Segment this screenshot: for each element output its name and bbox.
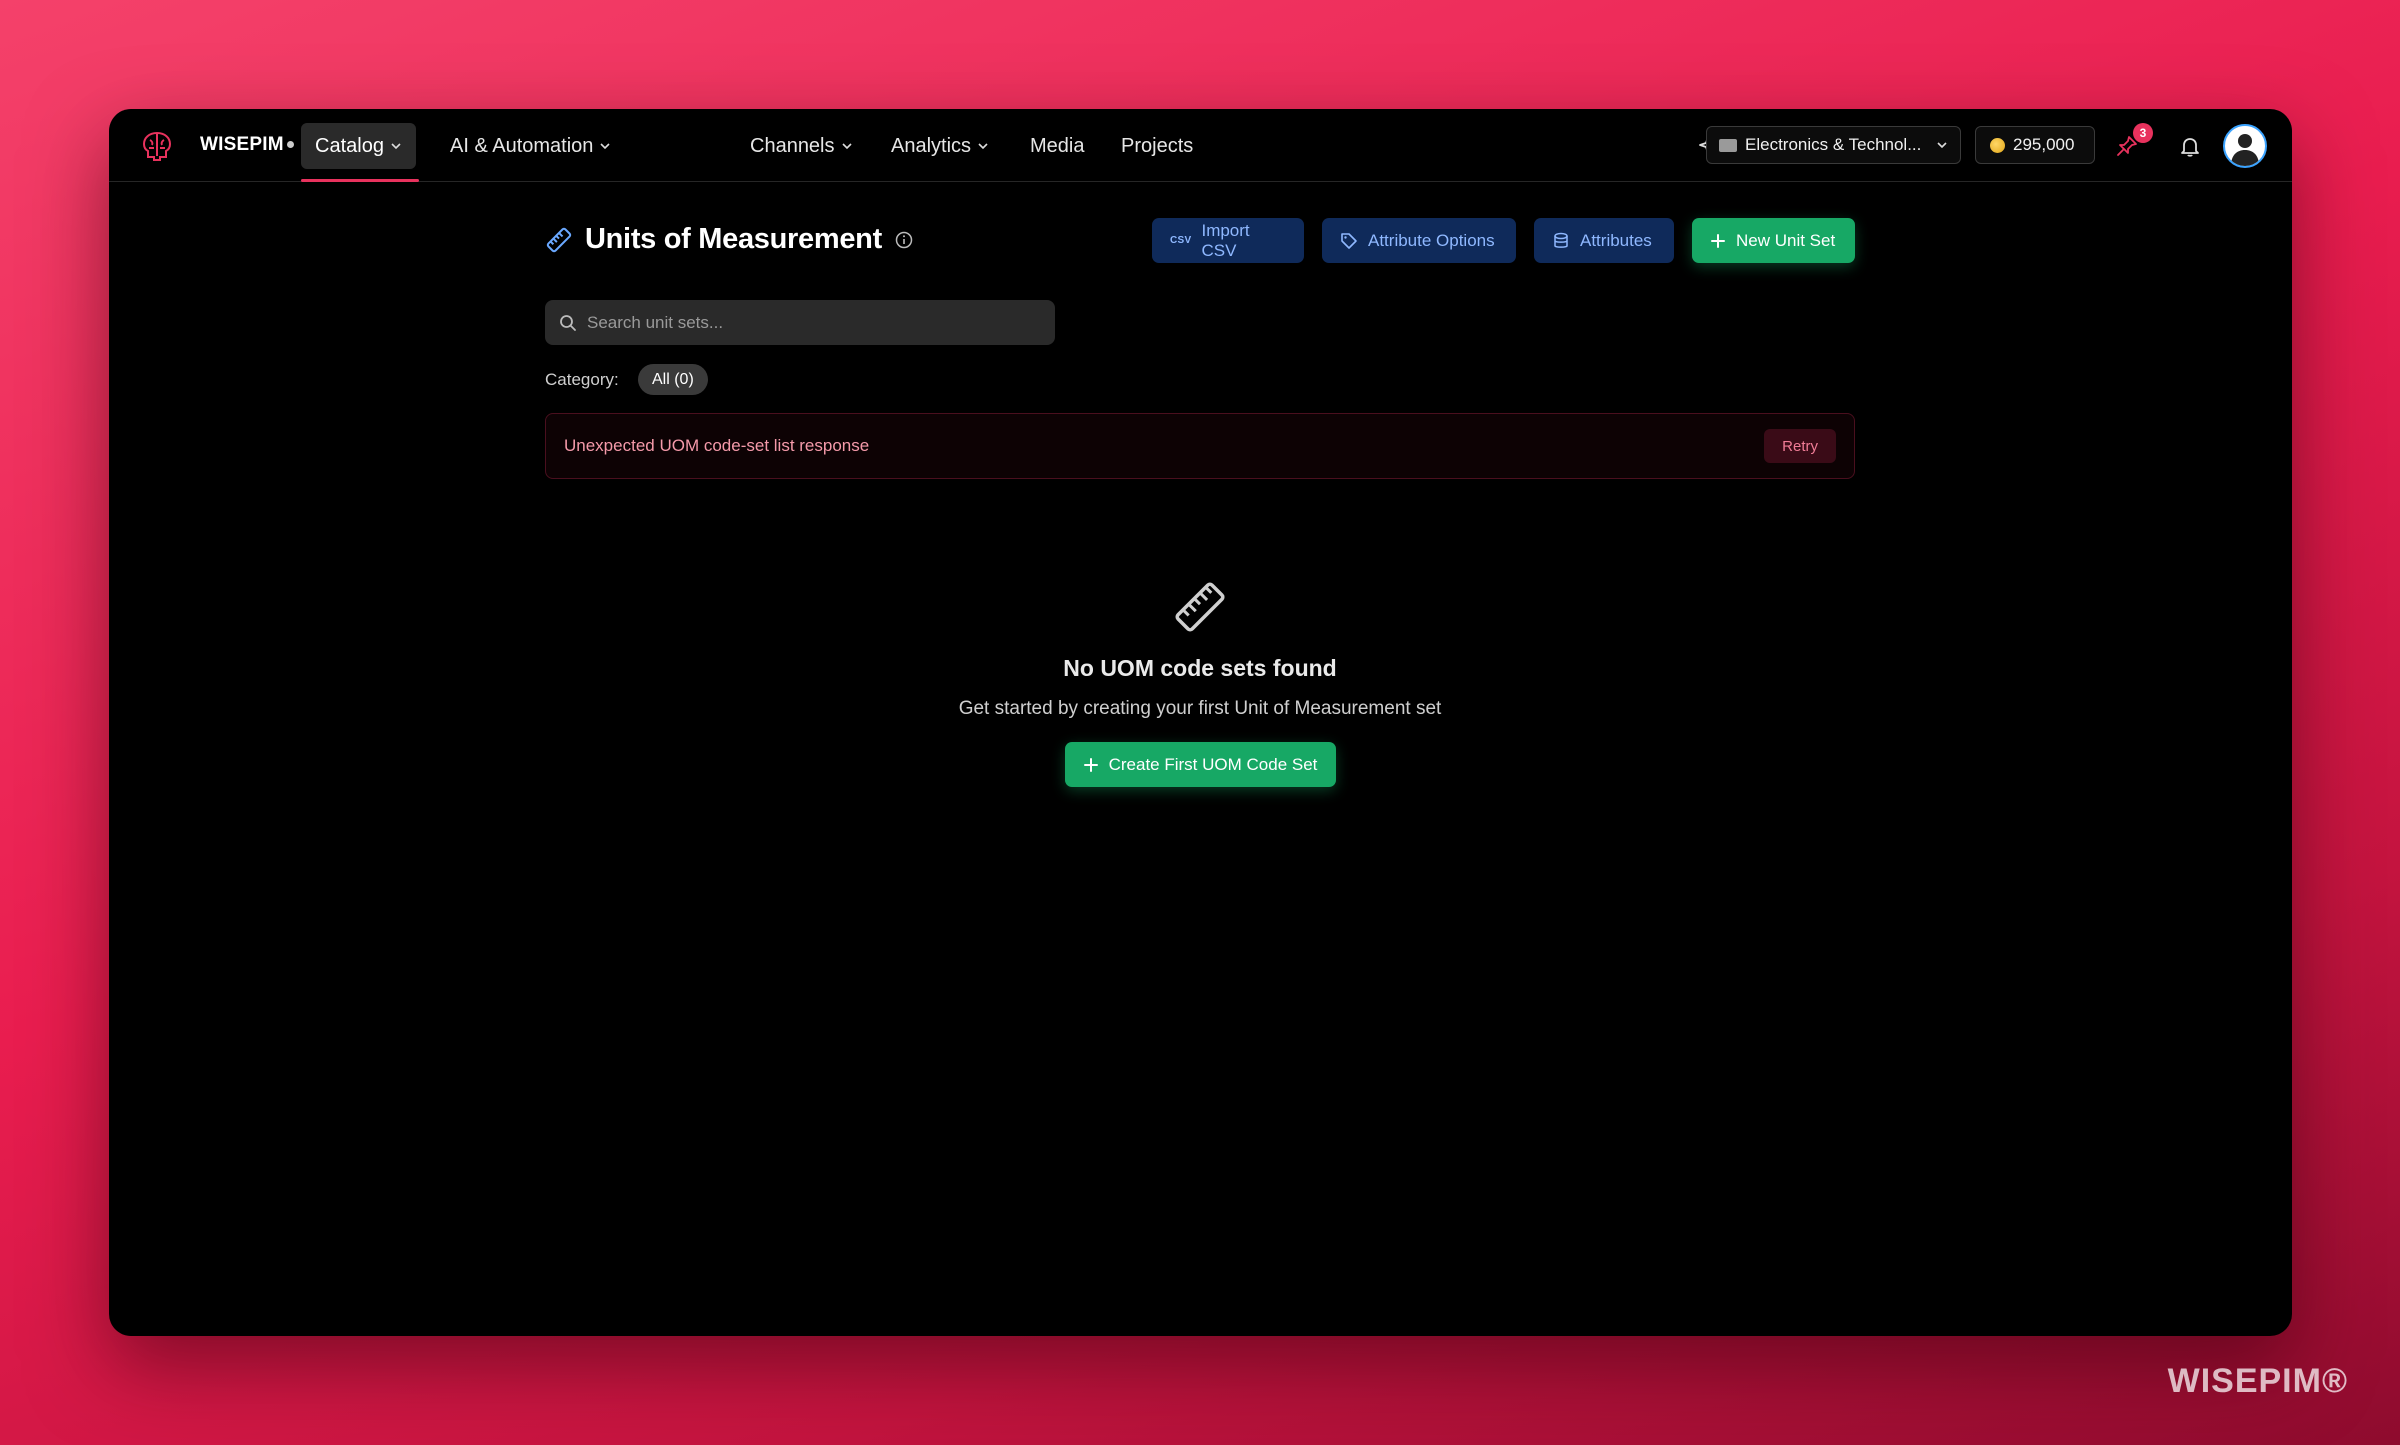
- nav-ai-automation[interactable]: AI & Automation: [436, 123, 625, 169]
- error-message: Unexpected UOM code-set list response: [564, 436, 870, 455]
- plus-icon: [1711, 233, 1725, 248]
- credits-value: 295,000: [2013, 135, 2075, 154]
- nav-channels[interactable]: Channels: [736, 123, 867, 169]
- create-first-uom-button[interactable]: Create First UOM Code Set: [1064, 742, 1336, 787]
- user-avatar[interactable]: [2223, 124, 2267, 168]
- empty-state-subtitle: Get started by creating your first Unit …: [958, 698, 1442, 719]
- watermark: WISEPIM®: [2167, 1362, 2348, 1400]
- error-banner: Unexpected UOM code-set list response Re…: [545, 413, 1855, 479]
- ruler-icon: [546, 227, 572, 252]
- chevron-down-icon: [391, 143, 401, 150]
- search-box[interactable]: [545, 300, 1055, 345]
- brand-name[interactable]: WISEPIM: [200, 134, 294, 156]
- plus-icon: [1083, 757, 1098, 772]
- bell-icon: [2181, 138, 2199, 157]
- nav-projects-label: Projects: [1121, 134, 1194, 157]
- attributes-button[interactable]: Attributes: [1534, 218, 1674, 263]
- folder-icon: [1719, 138, 1737, 152]
- new-unit-set-label: New Unit Set: [1736, 230, 1836, 250]
- app-window: WISEPIM Catalog AI & Automation Channels…: [109, 109, 2292, 1336]
- coin-icon: [1990, 137, 2005, 153]
- nav-channels-label: Channels: [750, 134, 835, 157]
- nav-analytics-label: Analytics: [891, 134, 972, 157]
- registered-mark: [286, 141, 294, 149]
- nav-media[interactable]: Media: [1016, 123, 1098, 169]
- create-first-uom-label: Create First UOM Code Set: [1108, 754, 1318, 774]
- csv-icon: CSV: [1170, 235, 1192, 246]
- database-icon: [1554, 232, 1568, 248]
- nav-media-label: Media: [1030, 134, 1085, 157]
- new-unit-set-button[interactable]: New Unit Set: [1692, 218, 1855, 263]
- attribute-options-button[interactable]: Attribute Options: [1322, 218, 1516, 263]
- search-input[interactable]: [587, 312, 1041, 333]
- chevron-down-icon: [978, 143, 988, 150]
- top-navigation: WISEPIM Catalog AI & Automation Channels…: [109, 109, 2292, 182]
- import-csv-label: Import CSV: [1201, 220, 1250, 260]
- category-label: Category:: [545, 370, 619, 389]
- user-icon: [2231, 134, 2259, 166]
- import-csv-button[interactable]: CSV Import CSV: [1152, 218, 1304, 263]
- retry-button[interactable]: Retry: [1764, 429, 1836, 463]
- empty-state: No UOM code sets found Get started by cr…: [545, 579, 1855, 787]
- credits-balance[interactable]: 295,000: [1975, 126, 2095, 164]
- nav-catalog[interactable]: Catalog: [301, 123, 416, 169]
- active-tab-indicator: [301, 179, 419, 182]
- category-chip-all[interactable]: All (0): [638, 364, 708, 395]
- search-icon: [560, 314, 576, 331]
- notification-count-badge: 3: [2133, 123, 2153, 143]
- tag-icon: [1341, 232, 1357, 249]
- empty-state-title: No UOM code sets found: [1063, 655, 1337, 681]
- nav-analytics[interactable]: Analytics: [877, 123, 1003, 169]
- attributes-label: Attributes: [1580, 230, 1652, 250]
- nav-catalog-label: Catalog: [315, 134, 384, 157]
- nav-ai-automation-label: AI & Automation: [450, 134, 594, 157]
- info-icon[interactable]: [894, 230, 914, 250]
- workspace-name: Electronics & Technol...: [1745, 135, 1922, 154]
- nav-projects[interactable]: Projects: [1107, 123, 1207, 169]
- chevron-down-icon: [1937, 142, 1947, 149]
- chevron-down-icon: [600, 143, 610, 150]
- page-header: Units of Measurement: [545, 223, 914, 256]
- page-title: Units of Measurement: [585, 223, 882, 255]
- notifications-button[interactable]: [2175, 131, 2205, 161]
- workspace-selector[interactable]: Electronics & Technol...: [1706, 126, 1961, 164]
- brain-logo-icon[interactable]: [137, 126, 177, 166]
- attribute-options-label: Attribute Options: [1368, 230, 1495, 250]
- chevron-down-icon: [841, 143, 852, 150]
- ruler-icon: [1175, 582, 1225, 632]
